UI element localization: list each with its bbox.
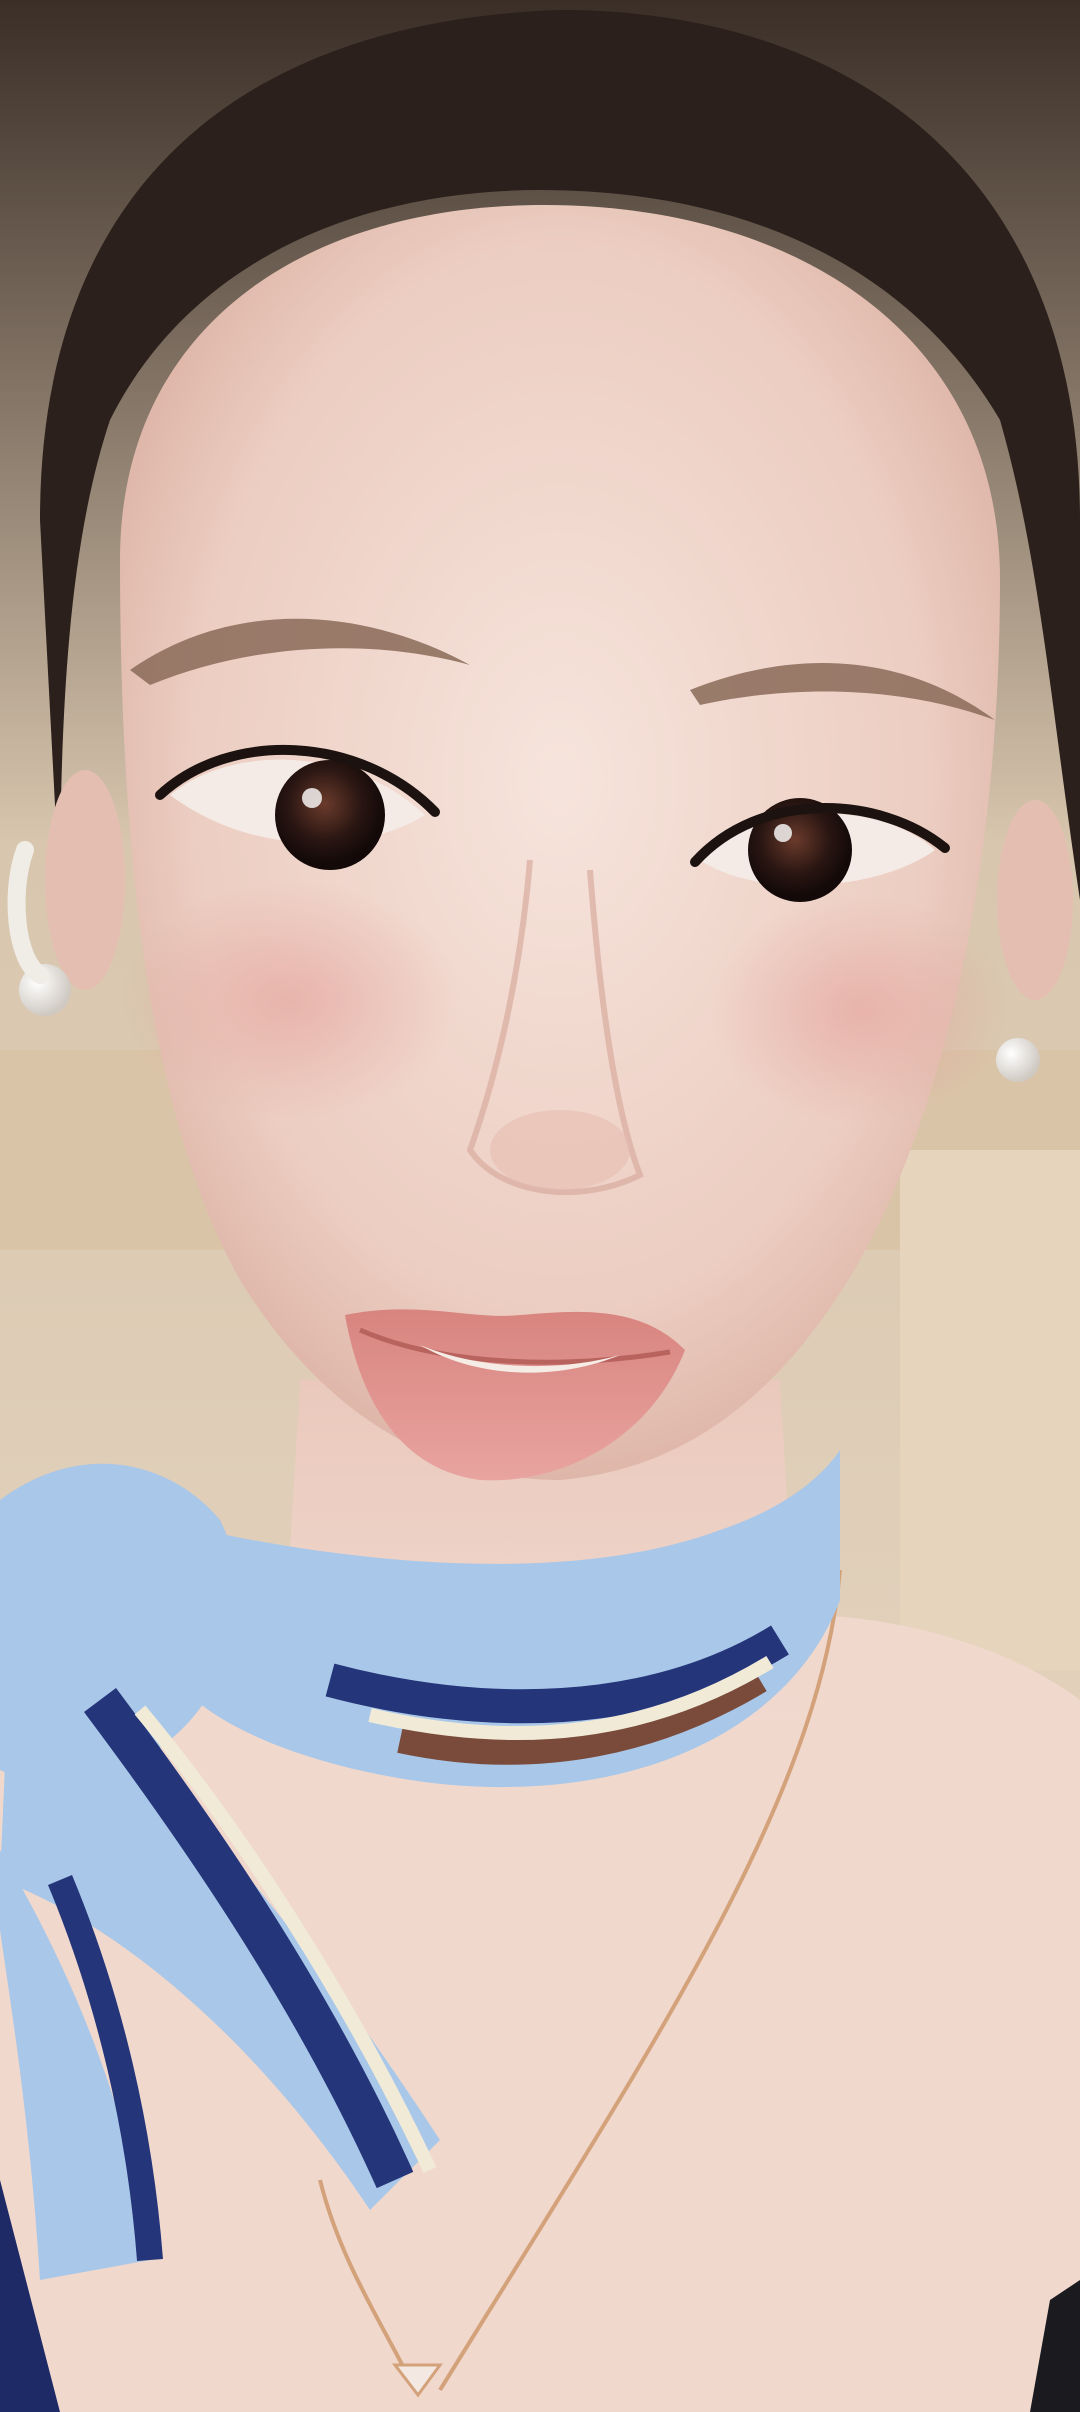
- portrait-illustration: [0, 0, 1080, 2412]
- background-couch: [900, 1150, 1080, 1670]
- right-ear: [997, 800, 1073, 1000]
- nose-tip: [490, 1110, 630, 1190]
- photo-scene: [0, 0, 1080, 2412]
- left-blush: [120, 880, 460, 1120]
- left-ear: [45, 770, 125, 990]
- right-blush: [710, 895, 1010, 1125]
